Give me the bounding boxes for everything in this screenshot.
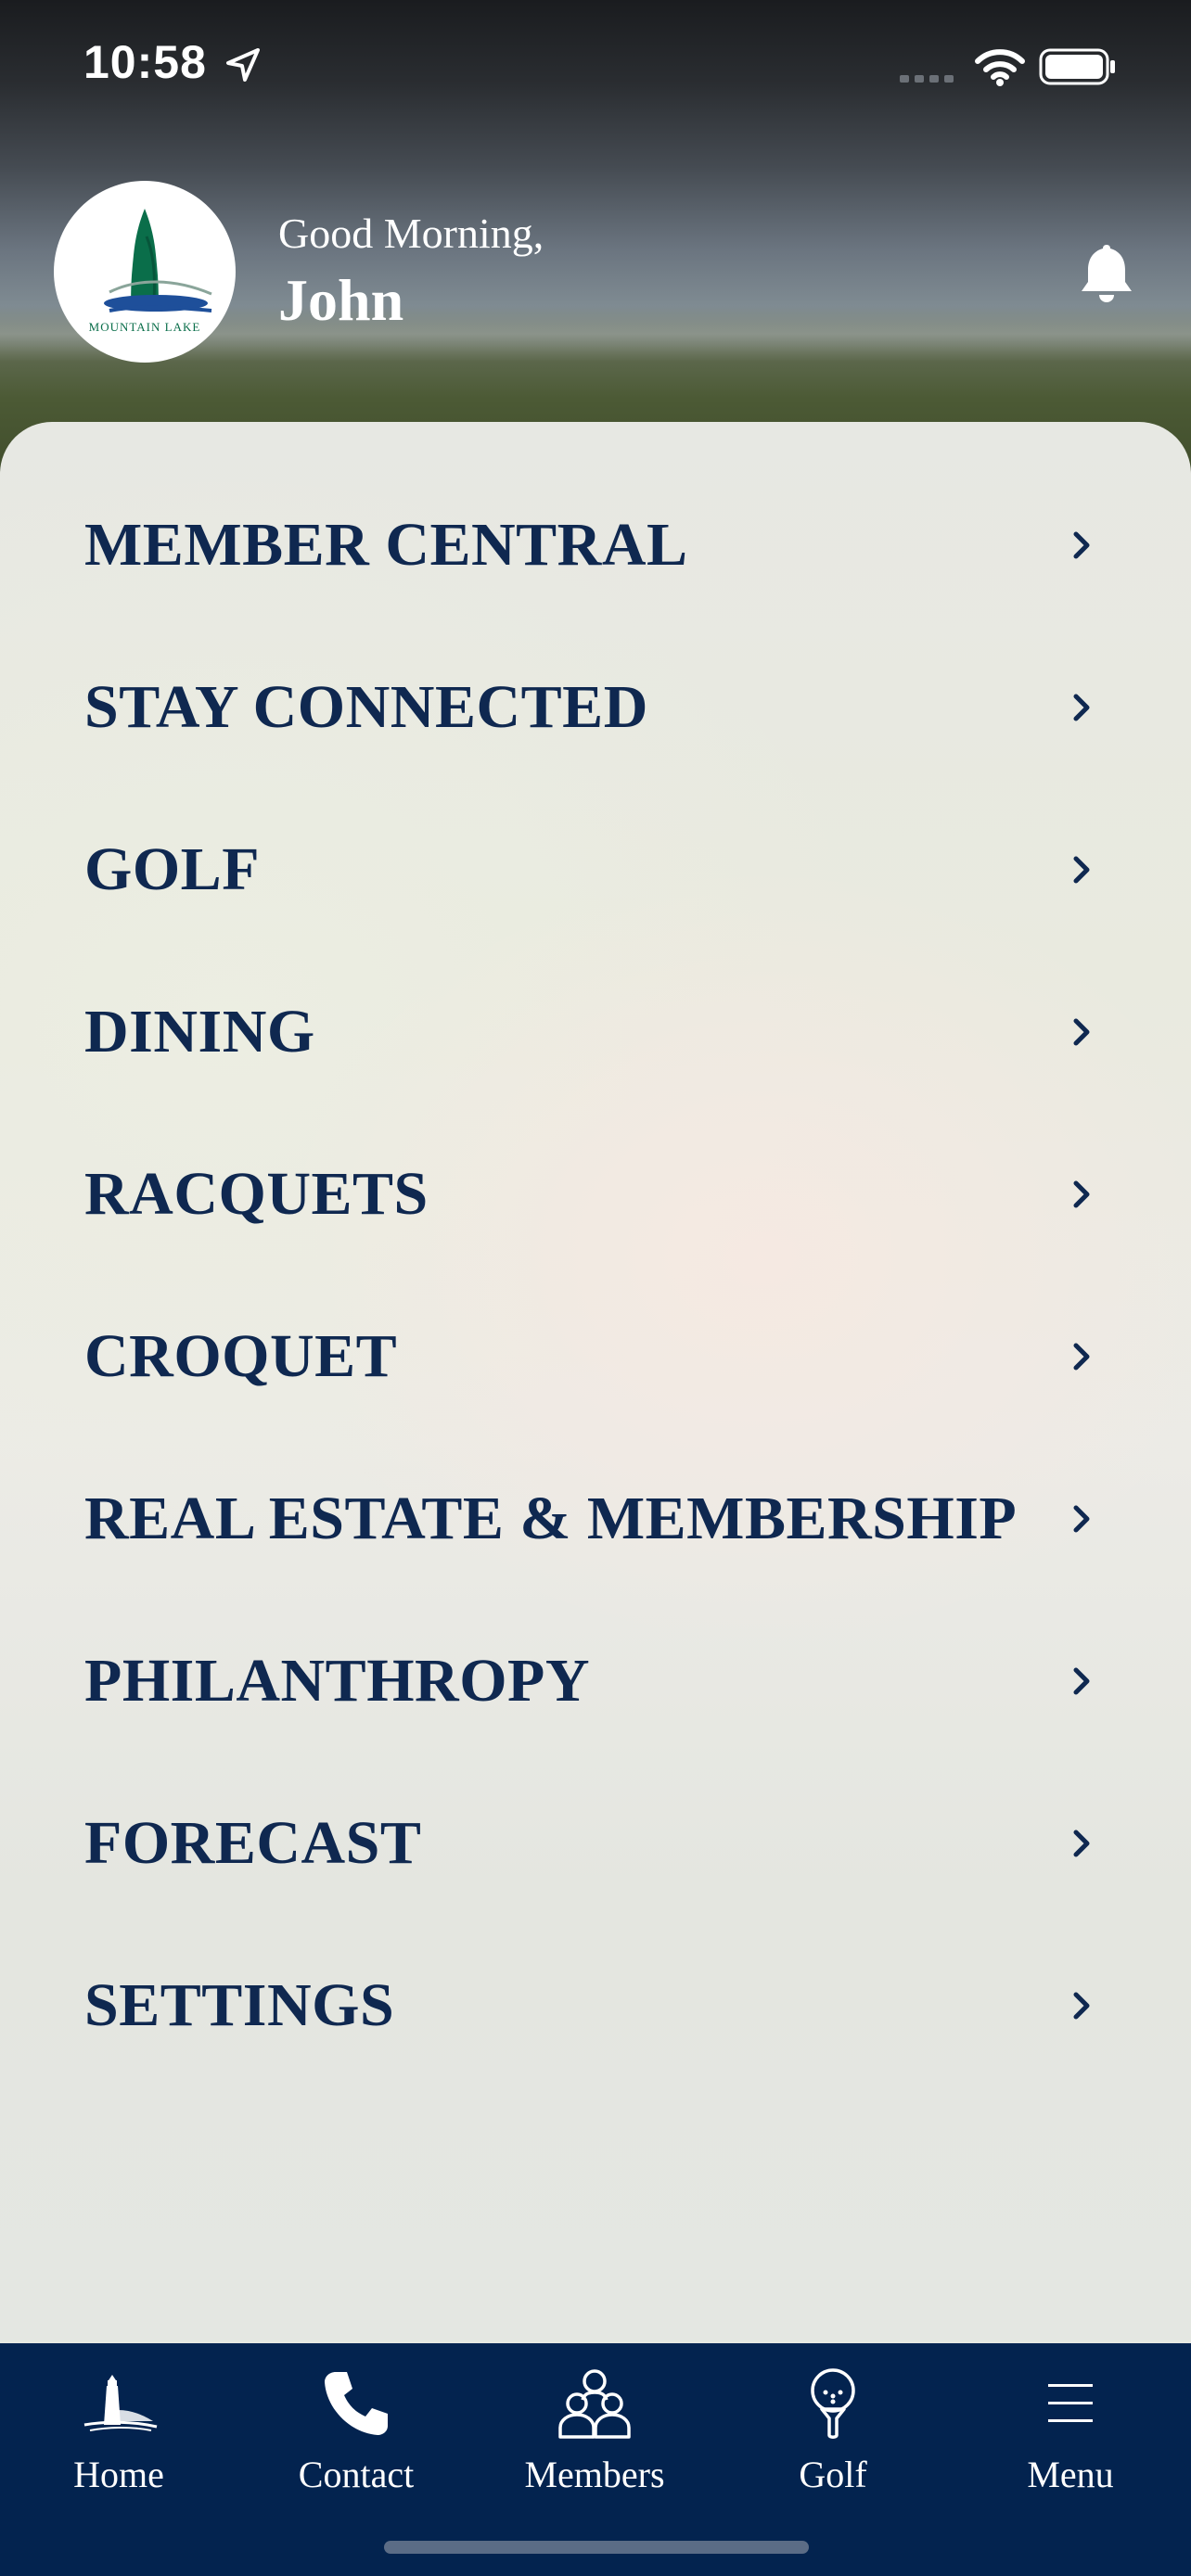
- wifi-icon: [974, 46, 1026, 92]
- menu-item-stay-connected[interactable]: STAY CONNECTED: [0, 626, 1191, 788]
- menu-item-label: RACQUETS: [84, 1159, 429, 1228]
- menu-item-label: MEMBER CENTRAL: [84, 510, 688, 579]
- menu-item-racquets[interactable]: RACQUETS: [0, 1113, 1191, 1275]
- menu-item-label: PHILANTHROPY: [84, 1646, 591, 1715]
- chevron-right-icon: [1073, 1505, 1090, 1532]
- menu-item-label: SETTINGS: [84, 1970, 395, 2039]
- notification-bell-icon[interactable]: [1076, 241, 1137, 311]
- mountain-lake-logo[interactable]: MOUNTAIN LAKE: [54, 181, 236, 363]
- menu-item-member-central[interactable]: MEMBER CENTRAL: [0, 464, 1191, 626]
- menu-item-label: STAY CONNECTED: [84, 672, 648, 741]
- status-bar: 10:58: [0, 0, 1191, 130]
- tab-golf[interactable]: Golf: [714, 2343, 952, 2519]
- chevron-right-icon: [1073, 1018, 1090, 1045]
- menu-item-label: REAL ESTATE & MEMBERSHIP: [84, 1484, 1018, 1552]
- greeting-text: Good Morning,: [278, 210, 544, 257]
- user-name: John: [278, 267, 404, 333]
- tab-label: Home: [73, 2454, 164, 2495]
- cellular-signal-icon: [900, 72, 959, 89]
- tab-members[interactable]: Members: [476, 2343, 713, 2519]
- main-menu-panel: MEMBER CENTRAL STAY CONNECTED GOLF DININ…: [0, 422, 1191, 2341]
- status-time: 10:58: [83, 36, 207, 88]
- menu-item-dining[interactable]: DINING: [0, 950, 1191, 1113]
- menu-item-croquet[interactable]: CROQUET: [0, 1275, 1191, 1437]
- menu-item-label: FORECAST: [84, 1808, 422, 1877]
- menu-item-philanthropy[interactable]: PHILANTHROPY: [0, 1600, 1191, 1762]
- golf-ball-tee-icon: [787, 2362, 879, 2445]
- members-icon: [548, 2362, 641, 2445]
- menu-item-label: CROQUET: [84, 1321, 398, 1390]
- greeting-header: MOUNTAIN LAKE Good Morning, John: [0, 181, 1191, 376]
- menu-item-settings[interactable]: SETTINGS: [0, 1924, 1191, 2086]
- tab-label: Contact: [298, 2454, 415, 2495]
- menu-item-forecast[interactable]: FORECAST: [0, 1762, 1191, 1924]
- home-indicator[interactable]: [384, 2541, 809, 2554]
- menu-item-label: DINING: [84, 997, 315, 1065]
- lighthouse-icon: [72, 2362, 165, 2445]
- tab-label: Menu: [1027, 2454, 1114, 2495]
- logo-wordmark: MOUNTAIN LAKE: [89, 320, 201, 334]
- chevron-right-icon: [1073, 1830, 1090, 1856]
- menu-item-label: GOLF: [84, 835, 261, 903]
- chevron-right-icon: [1073, 1180, 1090, 1207]
- tab-label: Golf: [799, 2454, 867, 2495]
- chevron-right-icon: [1073, 1992, 1090, 2019]
- chevron-right-icon: [1073, 1667, 1090, 1694]
- chevron-right-icon: [1073, 694, 1090, 721]
- tab-contact[interactable]: Contact: [237, 2343, 475, 2519]
- chevron-right-icon: [1073, 856, 1090, 883]
- tab-home[interactable]: Home: [0, 2343, 237, 2519]
- battery-icon: [1039, 48, 1117, 90]
- hamburger-menu-icon: [1024, 2362, 1117, 2445]
- tab-menu[interactable]: Menu: [952, 2343, 1189, 2519]
- tab-label: Members: [524, 2454, 665, 2495]
- chevron-right-icon: [1073, 531, 1090, 558]
- menu-item-real-estate-membership[interactable]: REAL ESTATE & MEMBERSHIP: [0, 1437, 1191, 1600]
- phone-icon: [310, 2362, 403, 2445]
- menu-item-golf[interactable]: GOLF: [0, 788, 1191, 950]
- location-arrow-icon: [224, 46, 262, 88]
- chevron-right-icon: [1073, 1343, 1090, 1370]
